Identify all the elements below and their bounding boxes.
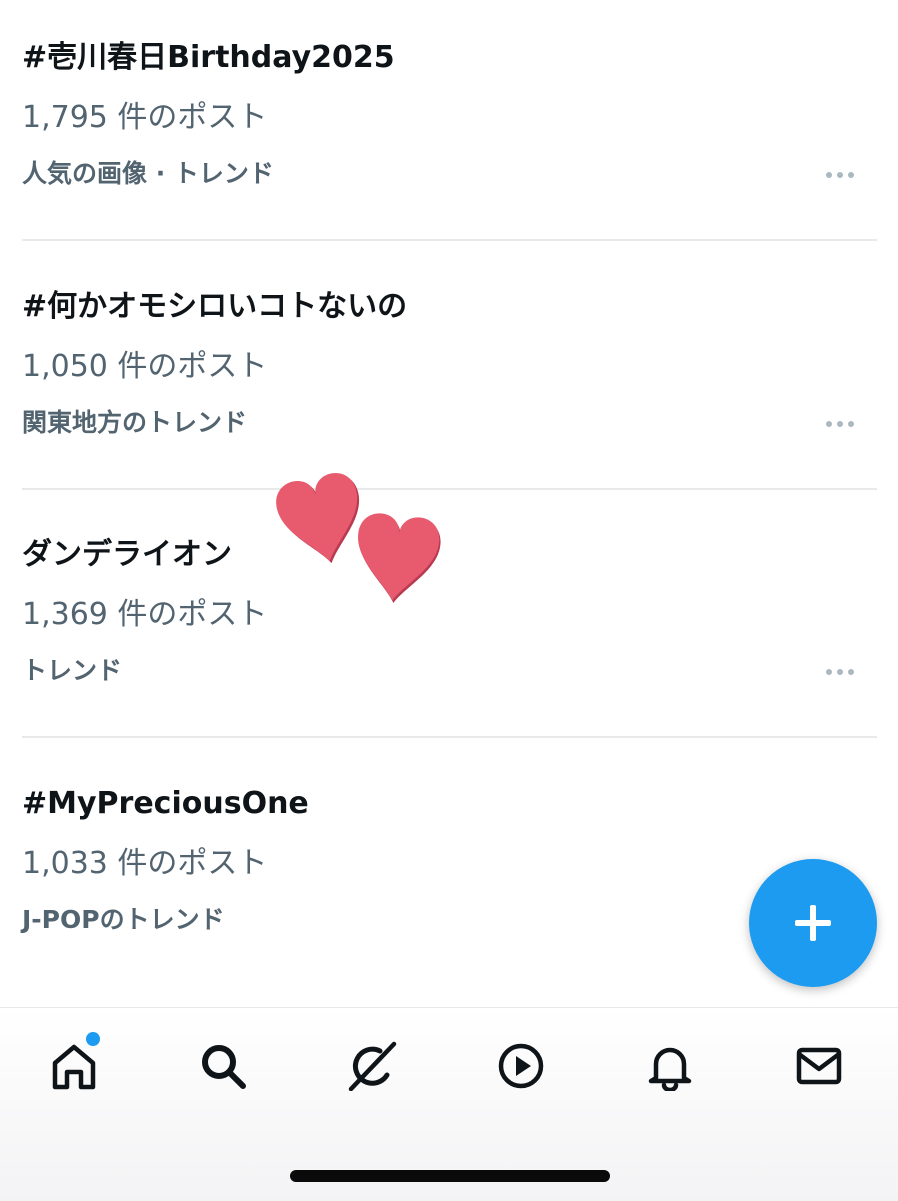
trend-post-count: 1,795 件のポスト xyxy=(22,100,268,135)
divider xyxy=(22,239,877,241)
trend-context: J-POPのトレンド xyxy=(22,905,225,934)
video-play-icon xyxy=(498,1043,544,1089)
more-dots-icon[interactable] xyxy=(816,657,864,687)
grok-icon xyxy=(348,1041,397,1091)
tab-home[interactable] xyxy=(44,1032,104,1096)
tab-search[interactable] xyxy=(193,1036,253,1096)
tab-notifications[interactable] xyxy=(640,1036,700,1096)
trend-item[interactable]: ダンデライオン 1,369 件のポスト トレンド xyxy=(0,497,898,745)
bell-icon xyxy=(648,1047,692,1091)
tab-grok[interactable] xyxy=(342,1036,402,1096)
trend-context: 人気の画像 · トレンド xyxy=(22,159,274,188)
home-indicator[interactable] xyxy=(290,1170,610,1182)
trend-context: トレンド xyxy=(22,656,123,685)
trend-title: #何かオモシロいコトないの xyxy=(22,289,408,324)
trend-context: 関東地方のトレンド xyxy=(22,408,248,437)
search-icon xyxy=(202,1045,246,1089)
notification-badge xyxy=(86,1032,100,1046)
trend-post-count: 1,050 件のポスト xyxy=(22,349,268,384)
compose-button[interactable] xyxy=(749,859,877,987)
divider xyxy=(22,488,877,490)
tab-messages[interactable] xyxy=(789,1036,849,1096)
trend-post-count: 1,369 件のポスト xyxy=(22,597,268,632)
plus-icon xyxy=(795,905,831,941)
mail-icon xyxy=(796,1047,842,1085)
more-dots-icon[interactable] xyxy=(816,409,864,439)
home-icon xyxy=(52,1044,96,1090)
more-dots-icon[interactable] xyxy=(816,160,864,190)
bottom-tab-bar xyxy=(0,1007,898,1201)
trend-item[interactable]: #壱川春日Birthday2025 1,795 件のポスト 人気の画像 · トレ… xyxy=(0,0,898,248)
tab-video[interactable] xyxy=(491,1036,551,1096)
trend-post-count: 1,033 件のポスト xyxy=(22,846,268,881)
trend-title: ダンデライオン xyxy=(22,537,232,572)
trend-item[interactable]: #何かオモシロいコトないの 1,050 件のポスト 関東地方のトレンド xyxy=(0,249,898,497)
divider xyxy=(22,736,877,738)
trend-title: #壱川春日Birthday2025 xyxy=(22,40,395,75)
trend-title: #MyPreciousOne xyxy=(22,786,309,821)
